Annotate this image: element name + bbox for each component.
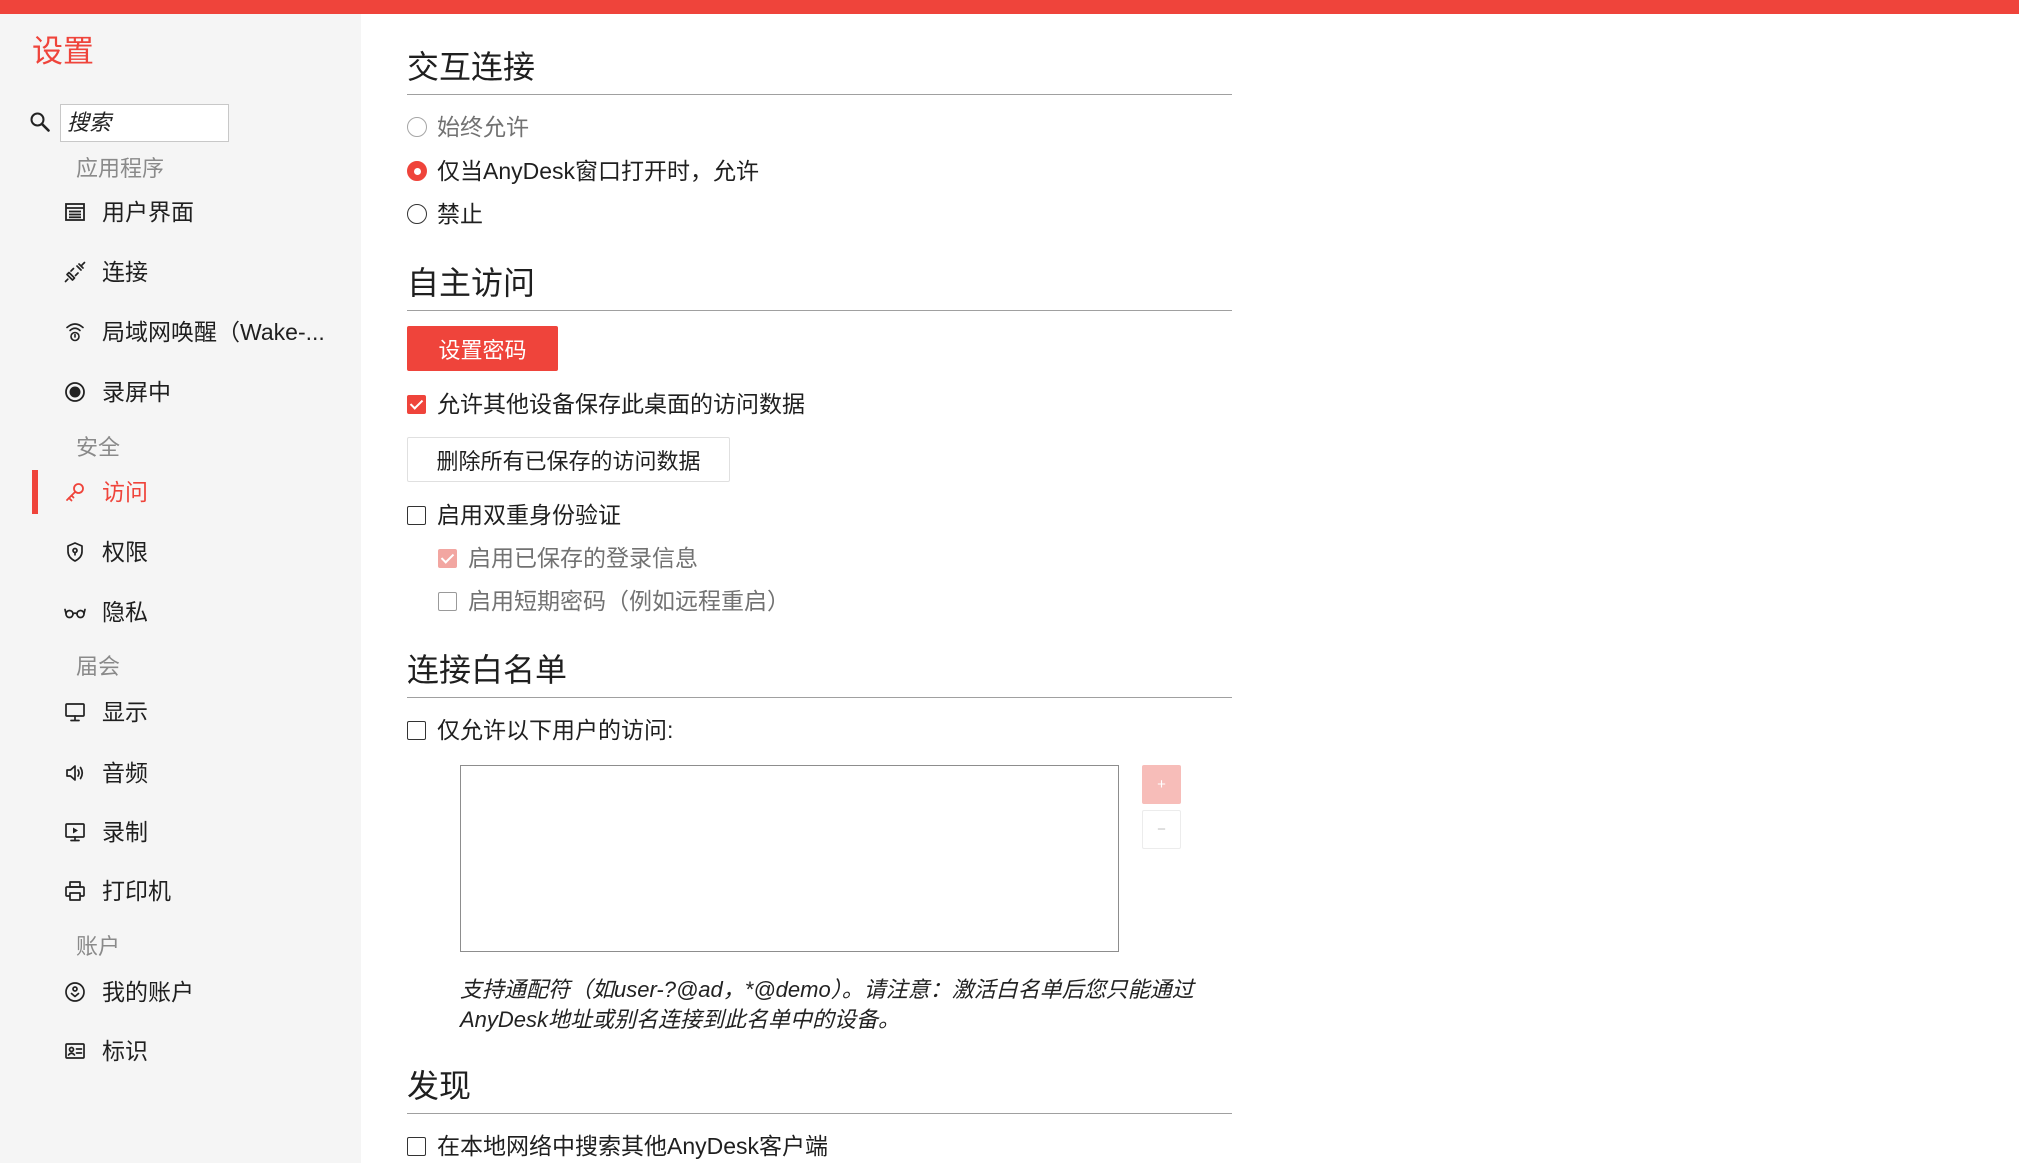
account-icon: [63, 980, 87, 1004]
sidebar-item-connection[interactable]: 连接: [0, 250, 361, 294]
checkbox-only-allow-listed[interactable]: 仅允许以下用户的访问:: [407, 715, 673, 745]
checkbox-label: 允许其他设备保存此桌面的访问数据: [437, 391, 805, 417]
sidebar-item-access[interactable]: 访问: [0, 470, 361, 514]
radio-label: 仅当AnyDesk窗口打开时，允许: [437, 158, 760, 184]
radio-label: 始终允许: [437, 114, 529, 140]
sidebar-item-recording[interactable]: 录制: [0, 810, 361, 854]
section-divider: [407, 697, 1232, 698]
sidebar-item-identity[interactable]: 标识: [0, 1029, 361, 1073]
sidebar-item-label: 连接: [102, 259, 148, 285]
add-whitelist-entry-button[interactable]: +: [1142, 765, 1181, 804]
delete-saved-access-data-button[interactable]: 删除所有已保存的访问数据: [407, 437, 730, 482]
sidebar-item-printer[interactable]: 打印机: [0, 869, 361, 913]
shield-icon: [63, 540, 87, 564]
checkbox-two-factor[interactable]: 启用双重身份验证: [407, 500, 621, 530]
radio-button[interactable]: [407, 117, 427, 137]
checkbox-allow-save-access-data[interactable]: 允许其他设备保存此桌面的访问数据: [407, 389, 805, 419]
search-input[interactable]: [60, 104, 229, 142]
sidebar-section-application: 应用程序: [76, 156, 165, 181]
sidebar-item-label: 录屏中: [102, 379, 171, 405]
sidebar-section-security: 安全: [76, 435, 121, 460]
checkbox[interactable]: [438, 591, 457, 611]
sidebar-item-label: 音频: [102, 760, 148, 786]
printer-icon: [63, 879, 87, 903]
section-title-interactive-access: 交互连接: [407, 49, 536, 85]
checkbox[interactable]: [407, 394, 426, 414]
active-indicator: [32, 470, 38, 514]
checkbox-label: 启用已保存的登录信息: [468, 545, 698, 571]
record-icon: [63, 380, 87, 404]
key-icon: [63, 480, 87, 504]
checkbox-short-term-password[interactable]: 启用短期密码（例如远程重启）: [438, 586, 790, 616]
checkbox-search-local-network[interactable]: 在本地网络中搜索其他AnyDesk客户端: [407, 1131, 828, 1161]
checkbox-label: 在本地网络中搜索其他AnyDesk客户端: [437, 1133, 829, 1159]
sidebar-item-permissions[interactable]: 权限: [0, 530, 361, 574]
sidebar-item-label: 标识: [102, 1038, 148, 1064]
sidebar-item-label: 录制: [102, 819, 148, 845]
speaker-icon: [63, 761, 87, 785]
section-title-whitelist: 连接白名单: [407, 652, 568, 688]
checkbox[interactable]: [438, 548, 457, 568]
sidebar-item-privacy[interactable]: 隐私: [0, 590, 361, 634]
radio-button[interactable]: [407, 161, 427, 181]
id-card-icon: [63, 1039, 87, 1063]
whitelist-entries-list[interactable]: [460, 765, 1119, 952]
whitelist-note-line: 支持通配符（如user-?@ad，*@demo）。请注意：激活白名单后您只能通过: [460, 977, 1194, 1002]
section-title-unattended-access: 自主访问: [407, 265, 536, 301]
section-title-discovery: 发现: [407, 1068, 472, 1104]
user-interface-icon: [63, 200, 87, 224]
radio-label: 禁止: [437, 201, 483, 227]
glasses-icon: [63, 600, 87, 624]
playback-icon: [63, 820, 87, 844]
checkbox[interactable]: [407, 505, 426, 525]
sidebar-item-screen-recording[interactable]: 录屏中: [0, 370, 361, 414]
sidebar-item-label: 打印机: [102, 878, 171, 904]
sidebar-item-my-account[interactable]: 我的账户: [0, 970, 361, 1014]
sidebar-item-user-interface[interactable]: 用户界面: [0, 190, 361, 234]
sidebar-item-wake-on-lan[interactable]: 局域网唤醒（Wake-...: [0, 310, 361, 354]
sidebar-item-label: 隐私: [102, 599, 148, 625]
checkbox-saved-login[interactable]: 启用已保存的登录信息: [438, 543, 698, 573]
radio-always-allow[interactable]: 始终允许: [407, 112, 529, 142]
sidebar-section-account: 账户: [76, 934, 121, 959]
sidebar-item-label: 权限: [102, 539, 148, 565]
title-bar-accent: [0, 0, 2019, 14]
settings-sidebar: 设置 应用程序 用户界面: [0, 0, 361, 1163]
radio-disable[interactable]: 禁止: [407, 199, 483, 229]
checkbox-label: 启用双重身份验证: [437, 502, 621, 528]
sidebar-title: 设置: [32, 34, 94, 69]
section-divider: [407, 310, 1232, 311]
wifi-icon: [63, 320, 87, 344]
set-password-button[interactable]: 设置密码: [407, 326, 558, 371]
checkbox-label: 启用短期密码（例如远程重启）: [468, 588, 790, 614]
radio-allow-when-window-open[interactable]: 仅当AnyDesk窗口打开时，允许: [407, 156, 759, 186]
checkbox[interactable]: [407, 1136, 426, 1156]
section-divider: [407, 94, 1232, 95]
remove-whitelist-entry-button[interactable]: −: [1142, 810, 1181, 849]
sidebar-item-label: 局域网唤醒（Wake-...: [102, 319, 325, 345]
whitelist-note-line: AnyDesk地址或别名连接到此名单中的设备。: [460, 1007, 901, 1032]
sidebar-item-display[interactable]: 显示: [0, 690, 361, 734]
sidebar-section-session: 届会: [76, 654, 121, 679]
sidebar-item-label: 显示: [102, 699, 148, 725]
sidebar-item-label: 我的账户: [102, 979, 194, 1005]
checkbox-label: 仅允许以下用户的访问:: [437, 717, 674, 743]
radio-button[interactable]: [407, 204, 427, 224]
checkbox[interactable]: [407, 720, 426, 740]
sidebar-item-label: 访问: [102, 479, 148, 505]
monitor-icon: [63, 700, 87, 724]
sidebar-item-label: 用户界面: [102, 199, 194, 225]
search-icon: [28, 110, 52, 134]
sidebar-item-audio[interactable]: 音频: [0, 751, 361, 795]
plug-icon: [63, 260, 87, 284]
section-divider: [407, 1113, 1232, 1114]
